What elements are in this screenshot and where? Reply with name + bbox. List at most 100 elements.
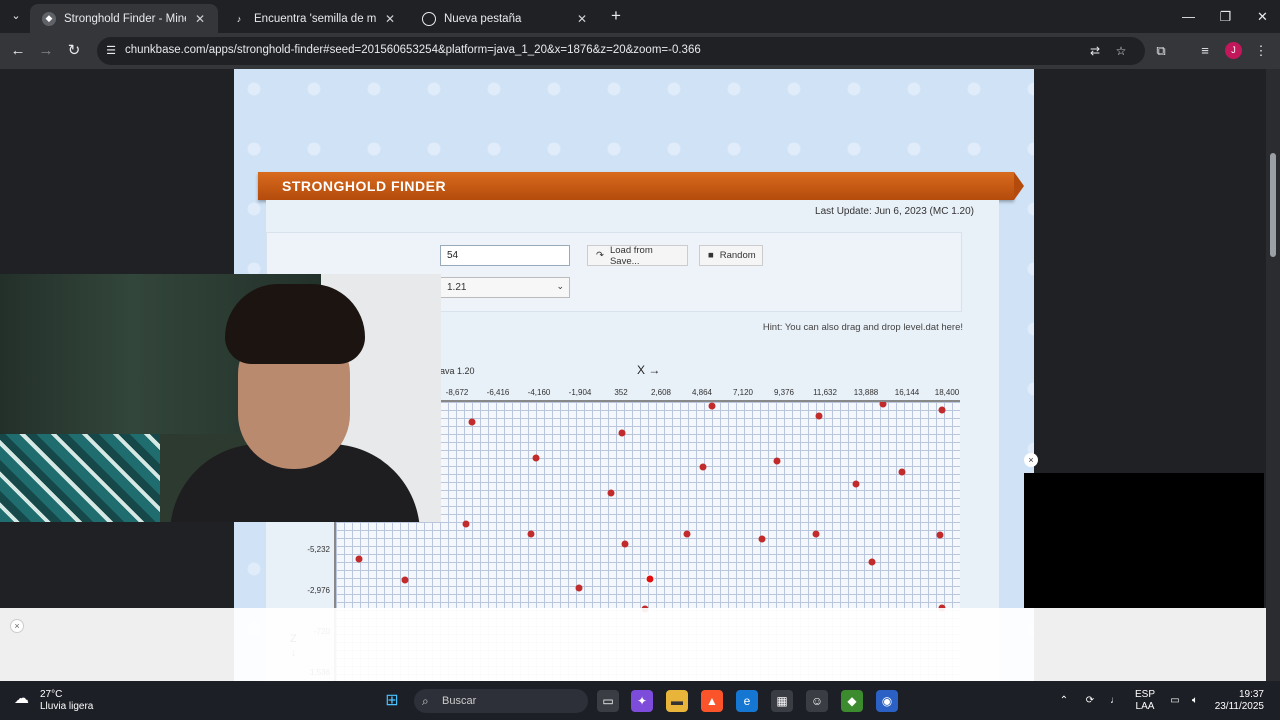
- copilot-icon[interactable]: ✦: [631, 690, 653, 712]
- x-axis-label: X →: [637, 363, 661, 377]
- seed-input[interactable]: 54: [440, 245, 570, 266]
- map-version-label: ava 1.20: [440, 366, 475, 376]
- url-text[interactable]: chunkbase.com/apps/stronghold-finder#see…: [125, 44, 701, 56]
- menu-kebab-icon[interactable]: ⋮: [1250, 40, 1272, 62]
- bottom-ad-close-button[interactable]: ×: [10, 619, 24, 633]
- page-scrollbar[interactable]: [1266, 69, 1280, 681]
- close-tab-icon[interactable]: ✕: [382, 11, 398, 27]
- task-view-icon[interactable]: ▭: [597, 690, 619, 712]
- taskbar-clock[interactable]: 19:37 23/11/2025: [1215, 689, 1264, 713]
- clock-date: 23/11/2025: [1214, 701, 1264, 712]
- stronghold-marker[interactable]: [401, 576, 409, 584]
- scrollbar-thumb[interactable]: [1270, 153, 1276, 257]
- stronghold-marker[interactable]: [575, 584, 583, 592]
- lang-bottom: LAA: [1135, 701, 1155, 712]
- stronghold-marker[interactable]: [532, 454, 540, 462]
- microphone-icon[interactable]: ♩: [1107, 681, 1123, 720]
- extensions-icon[interactable]: ⧉: [1150, 40, 1172, 62]
- x-tick-label: 13,888: [853, 388, 879, 397]
- profile-avatar[interactable]: J: [1225, 42, 1242, 59]
- stronghold-marker[interactable]: [468, 418, 476, 426]
- random-button-label: Random: [719, 250, 756, 261]
- stronghold-marker[interactable]: [618, 429, 626, 437]
- globe-favicon-icon: [422, 11, 436, 26]
- stronghold-marker[interactable]: [607, 489, 615, 497]
- minimize-icon[interactable]: —: [1170, 0, 1207, 33]
- player-position-marker[interactable]: [645, 574, 655, 584]
- volume-icon[interactable]: 🔈︎: [1186, 681, 1204, 720]
- chrome-icon[interactable]: ◉: [876, 690, 898, 712]
- stronghold-marker[interactable]: [621, 540, 629, 548]
- tab-encuentra[interactable]: ♪ Encuentra 'semilla de minecraft ✕: [220, 4, 408, 33]
- stronghold-marker[interactable]: [936, 531, 944, 539]
- translate-icon[interactable]: ⇄: [1087, 43, 1103, 59]
- new-tab-icon[interactable]: +: [606, 6, 626, 26]
- site-settings-icon[interactable]: ☰: [103, 43, 119, 59]
- tab-strip: ⌄ ◆ Stronghold Finder - Minecraft A ✕ ♪ …: [0, 0, 1280, 33]
- page-title: STRONGHOLD FINDER: [258, 172, 1024, 200]
- stronghold-marker[interactable]: [708, 402, 716, 410]
- x-tick-label: -1,904: [568, 388, 592, 397]
- tab-title: Stronghold Finder - Minecraft A: [64, 12, 186, 25]
- stronghold-marker[interactable]: [683, 530, 691, 538]
- x-tick-label: 18,400: [934, 388, 960, 397]
- stronghold-marker[interactable]: [938, 406, 946, 414]
- stronghold-marker[interactable]: [812, 530, 820, 538]
- stronghold-marker[interactable]: [852, 480, 860, 488]
- forward-icon[interactable]: →: [34, 39, 58, 63]
- network-icon[interactable]: ▭: [1166, 681, 1184, 720]
- file-explorer-icon[interactable]: ▬: [666, 690, 688, 712]
- random-button[interactable]: ■ Random: [699, 245, 763, 266]
- bookmark-star-icon[interactable]: ☆: [1113, 43, 1129, 59]
- reload-icon[interactable]: ↻: [62, 39, 86, 63]
- back-icon[interactable]: ←: [6, 39, 30, 63]
- chevron-down-icon: ⌄: [556, 281, 564, 291]
- media-control-icon[interactable]: ≡: [1194, 40, 1216, 62]
- x-tick-label: -6,416: [486, 388, 510, 397]
- close-tab-icon[interactable]: ✕: [192, 11, 208, 27]
- stronghold-marker[interactable]: [462, 520, 470, 528]
- search-placeholder: Buscar: [442, 695, 477, 707]
- tab-stronghold-finder[interactable]: ◆ Stronghold Finder - Minecraft A ✕: [30, 4, 218, 33]
- address-bar[interactable]: ☰ chunkbase.com/apps/stronghold-finder#s…: [97, 37, 1145, 65]
- close-tab-icon[interactable]: ✕: [574, 11, 590, 27]
- stronghold-marker[interactable]: [527, 530, 535, 538]
- load-button-label: Load from Save...: [609, 244, 653, 267]
- bottom-ad-overlay: [0, 608, 1266, 681]
- stronghold-marker[interactable]: [815, 412, 823, 420]
- x-tick-label: -4,160: [527, 388, 551, 397]
- discord-icon[interactable]: ☺: [806, 690, 828, 712]
- tab-search-icon[interactable]: ⌄: [6, 6, 26, 26]
- close-window-icon[interactable]: ✕: [1244, 0, 1280, 33]
- sync-icon[interactable]: ⟳: [1081, 681, 1099, 720]
- windows-start-icon[interactable]: ⊞: [381, 690, 403, 712]
- stronghold-marker[interactable]: [868, 558, 876, 566]
- microsoft-store-icon[interactable]: ▦: [771, 690, 793, 712]
- stronghold-marker[interactable]: [355, 555, 363, 563]
- taskbar-search[interactable]: ⌕ Buscar: [414, 689, 588, 713]
- version-select[interactable]: 1.21 ⌄: [440, 277, 570, 298]
- browser-toolbar: ← → ↻ ☰ chunkbase.com/apps/stronghold-fi…: [0, 33, 1280, 69]
- restore-icon[interactable]: ❐: [1207, 0, 1244, 33]
- version-value: 1.21: [447, 282, 467, 293]
- x-tick-label: 352: [614, 388, 628, 397]
- stronghold-marker[interactable]: [898, 468, 906, 476]
- tray-chevron-up-icon[interactable]: ⌃: [1056, 681, 1072, 720]
- stronghold-marker[interactable]: [699, 463, 707, 471]
- weather-condition: Lluvia ligera: [40, 701, 94, 712]
- weather-widget[interactable]: ☁ 27°C Lluvia ligera: [14, 689, 93, 713]
- x-tick-label: 2,608: [650, 388, 672, 397]
- x-tick-label: -8,672: [445, 388, 469, 397]
- ad-close-button[interactable]: ×: [1024, 453, 1038, 467]
- stronghold-marker[interactable]: [758, 535, 766, 543]
- minecraft-launcher-icon[interactable]: ◆: [841, 690, 863, 712]
- brave-browser-icon[interactable]: ▲: [701, 690, 723, 712]
- stronghold-marker[interactable]: [879, 402, 887, 408]
- load-from-save-button[interactable]: ↷ Load from Save...: [587, 244, 688, 267]
- video-ad-box[interactable]: [1024, 473, 1264, 608]
- language-indicator[interactable]: ESP LAA: [1131, 689, 1159, 713]
- webcam-hair: [225, 284, 365, 364]
- tab-nueva-pestana[interactable]: Nueva pestaña ✕: [410, 4, 600, 33]
- stronghold-marker[interactable]: [773, 457, 781, 465]
- edge-browser-icon[interactable]: e: [736, 690, 758, 712]
